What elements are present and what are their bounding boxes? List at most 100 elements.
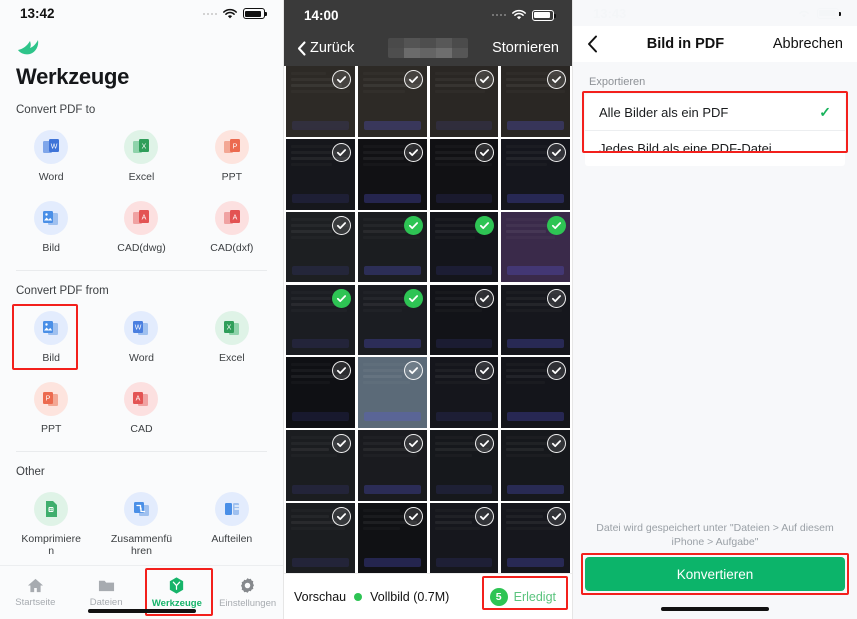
photo-thumbnail[interactable] xyxy=(286,430,355,502)
photo-checkbox-unselected[interactable] xyxy=(475,142,495,162)
photo-checkbox-unselected[interactable] xyxy=(403,434,423,454)
option-each-image-own-pdf[interactable]: Jedes Bild als eine PDF-Datei xyxy=(585,130,845,166)
photo-checkbox-unselected[interactable] xyxy=(475,288,495,308)
tool-tile-compress[interactable]: Komprimieren xyxy=(6,486,96,565)
back-button[interactable]: Zurück xyxy=(297,40,354,56)
save-location-note: Datei wird gespeichert unter "Dateien > … xyxy=(596,522,834,548)
fullsize-label[interactable]: Vollbild (0.7M) xyxy=(370,590,449,604)
photo-thumbnail[interactable] xyxy=(357,357,427,429)
photo-checkbox-unselected[interactable] xyxy=(403,361,423,381)
photo-thumbnail[interactable] xyxy=(286,503,355,573)
sidebar-item-einstellungen[interactable]: Einstellungen xyxy=(212,576,283,609)
photo-thumbnail[interactable] xyxy=(286,357,355,429)
photo-thumbnail[interactable] xyxy=(501,357,570,429)
photo-thumbnail[interactable] xyxy=(429,357,499,429)
photo-thumbnail[interactable] xyxy=(501,138,570,210)
tool-tile-cad-from[interactable]: A CAD xyxy=(96,376,186,443)
ppt-file-icon: P xyxy=(214,129,249,164)
panel-image-to-pdf: 13:43 Bild in PDF Abbrechen Exportieren … xyxy=(572,0,857,619)
photo-thumbnail[interactable] xyxy=(286,66,355,137)
image-to-pdf-footer: Datei wird gespeichert unter "Dateien > … xyxy=(573,521,857,619)
photo-checkbox-unselected[interactable] xyxy=(331,70,351,89)
tool-tile-split[interactable]: Aufteilen xyxy=(187,486,277,565)
photo-checkbox-unselected[interactable] xyxy=(331,142,351,162)
status-time: 13:42 xyxy=(20,6,55,22)
photo-thumbnail[interactable] xyxy=(501,503,570,573)
photo-checkbox-unselected[interactable] xyxy=(331,215,351,235)
option-all-images-one-pdf[interactable]: Alle Bilder als ein PDF ✓ xyxy=(585,94,845,130)
tool-tile-word-from[interactable]: W Word xyxy=(96,305,186,372)
photo-checkbox-unselected[interactable] xyxy=(547,288,566,308)
cancel-button[interactable]: Stornieren xyxy=(492,40,559,56)
chevron-left-icon[interactable] xyxy=(587,35,598,53)
tool-tile-image-to[interactable]: Bild xyxy=(6,195,96,262)
photo-thumbnail[interactable] xyxy=(501,430,570,502)
tool-tile-image-from[interactable]: Bild xyxy=(6,305,96,372)
photo-thumbnail[interactable] xyxy=(429,284,499,356)
tab-label: Startseite xyxy=(15,596,56,608)
photo-thumbnail[interactable] xyxy=(357,211,427,283)
photo-thumbnail[interactable] xyxy=(429,66,499,137)
photo-thumbnail[interactable] xyxy=(286,138,355,210)
tool-tile-ppt-to[interactable]: P PPT xyxy=(187,124,277,191)
photo-checkbox-unselected[interactable] xyxy=(547,70,566,89)
photo-checkbox-selected[interactable] xyxy=(547,215,566,235)
tile-label: CAD(dxf) xyxy=(210,241,254,254)
photo-thumbnail[interactable] xyxy=(429,430,499,502)
photo-thumbnail[interactable] xyxy=(357,138,427,210)
fullsize-toggle-dot[interactable] xyxy=(354,592,363,601)
photo-checkbox-unselected[interactable] xyxy=(547,142,566,162)
panel-photo-picker: 14:00 Zurück Stornieren Vorschau Vollbil… xyxy=(284,0,572,619)
word-file-icon: W xyxy=(124,310,159,345)
photo-checkbox-unselected[interactable] xyxy=(331,434,351,454)
photo-checkbox-selected[interactable] xyxy=(403,288,423,308)
photo-thumbnail[interactable] xyxy=(286,284,355,356)
photo-checkbox-selected[interactable] xyxy=(403,215,423,235)
preview-label[interactable]: Vorschau xyxy=(294,590,346,604)
photo-thumbnail[interactable] xyxy=(357,66,427,137)
photo-thumbnail[interactable] xyxy=(501,211,570,283)
photo-picker-footer: Vorschau Vollbild (0.7M) 5 Erledigt xyxy=(284,573,572,619)
sidebar-item-werkzeuge[interactable]: Werkzeuge xyxy=(142,576,213,609)
svg-text:A: A xyxy=(142,214,147,221)
photo-checkbox-unselected[interactable] xyxy=(403,142,423,162)
photo-thumbnail[interactable] xyxy=(286,211,355,283)
photo-thumbnail[interactable] xyxy=(429,503,499,573)
tool-tile-word-to[interactable]: W Word xyxy=(6,124,96,191)
photo-thumbnail[interactable] xyxy=(357,503,427,573)
tools-hex-icon xyxy=(170,577,184,594)
photo-checkbox-unselected[interactable] xyxy=(331,507,351,527)
tool-tile-cad-dxf-to[interactable]: A CAD(dxf) xyxy=(187,195,277,262)
photo-checkbox-unselected[interactable] xyxy=(403,507,423,527)
cad-file-icon: A xyxy=(124,200,159,235)
photo-checkbox-unselected[interactable] xyxy=(547,507,566,527)
section-header-convert-to: Convert PDF to xyxy=(16,103,96,116)
cancel-button[interactable]: Abbrechen xyxy=(773,36,843,52)
cad-file-icon: A xyxy=(214,200,249,235)
photo-thumbnail[interactable] xyxy=(429,138,499,210)
tab-label: Dateien xyxy=(89,596,123,608)
image-file-icon xyxy=(34,200,69,235)
tool-tile-excel-from[interactable]: X Excel xyxy=(187,305,277,372)
photo-thumbnail[interactable] xyxy=(357,430,427,502)
tool-tile-merge[interactable]: Zusammenführen xyxy=(96,486,186,565)
battery-icon xyxy=(817,7,842,19)
photo-checkbox-unselected[interactable] xyxy=(403,70,423,89)
photo-checkbox-selected[interactable] xyxy=(475,215,495,235)
convert-button[interactable]: Konvertieren xyxy=(585,557,845,591)
export-section-label: Exportieren xyxy=(589,76,646,88)
photo-checkbox-selected[interactable] xyxy=(331,288,351,308)
tool-tile-cad-dwg-to[interactable]: A CAD(dwg) xyxy=(96,195,186,262)
photo-thumbnail[interactable] xyxy=(501,66,570,137)
sidebar-item-startseite[interactable]: Startseite xyxy=(0,577,71,608)
done-button[interactable]: 5 Erledigt xyxy=(484,586,562,608)
tool-tile-ppt-from[interactable]: P PPT xyxy=(6,376,96,443)
photo-thumbnail[interactable] xyxy=(429,211,499,283)
status-time: 13:43 xyxy=(593,5,627,21)
gear-icon xyxy=(241,578,255,593)
photo-thumbnail[interactable] xyxy=(501,284,570,356)
wifi-icon xyxy=(512,9,526,20)
photo-thumbnail[interactable] xyxy=(357,284,427,356)
tool-tile-excel-to[interactable]: X Excel xyxy=(96,124,186,191)
sidebar-item-dateien[interactable]: Dateien xyxy=(71,577,142,608)
